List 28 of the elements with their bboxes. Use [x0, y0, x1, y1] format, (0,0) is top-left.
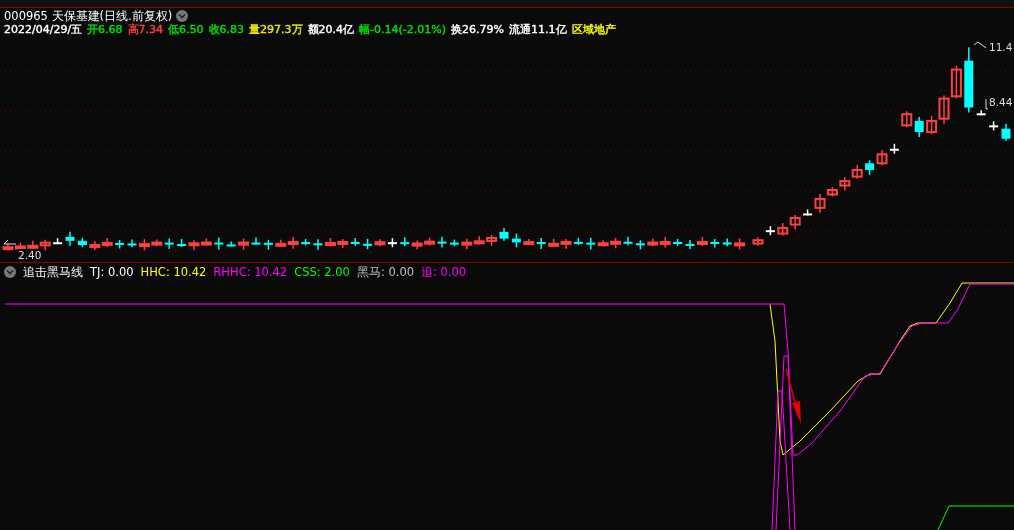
last-price-label: 8.44 [989, 96, 1013, 108]
indicator-value: CSS: 2.00 [294, 265, 350, 279]
quote-value: 高7.34 [127, 23, 164, 37]
indicator-value: HHC: 10.42 [140, 265, 207, 279]
quote-value: 额20.4亿 [307, 23, 355, 37]
indicator-value: 黑马: 0.00 [356, 264, 415, 280]
quote-value: 收6.83 [208, 23, 245, 37]
quote-value: 流通11.1亿 [509, 23, 567, 37]
low-price-label: 2.40 [18, 249, 42, 261]
arrow-icon [785, 368, 801, 424]
quote-value: 换26.79% [451, 23, 505, 37]
quote-value: 区域地产 [571, 23, 616, 37]
leader-line [985, 98, 989, 110]
leader-line [3, 239, 17, 245]
quote-value: 2022/04/29/五 [4, 23, 83, 37]
dropdown-icon[interactable] [176, 10, 189, 22]
leader-line [973, 41, 987, 49]
indicator-value: RHHC: 10.42 [213, 265, 288, 279]
quote-value: 开6.68 [87, 23, 123, 37]
indicator-value: TJ: 0.00 [90, 265, 134, 279]
quote-value: 低6.50 [168, 23, 204, 37]
indicator-value: 追: 0.00 [421, 264, 467, 280]
high-price-label: 11.4 [989, 41, 1013, 53]
stock-title: 000965 天保基建(日线.前复权) [4, 9, 173, 23]
quote-value: 幅-0.14(-2.01%) [359, 23, 447, 37]
indicator-name: 追击黑马线 [23, 264, 83, 280]
dropdown-icon[interactable] [4, 266, 16, 278]
quote-value: 量297.3万 [249, 23, 303, 37]
